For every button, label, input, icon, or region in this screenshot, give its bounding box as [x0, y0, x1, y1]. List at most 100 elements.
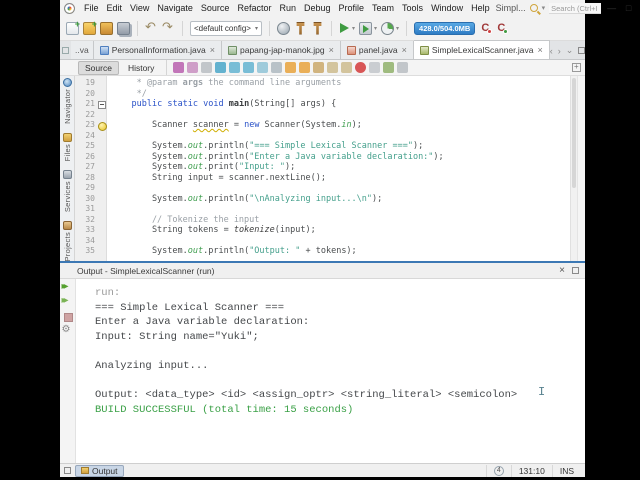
source-view-button[interactable]: Source	[78, 60, 119, 75]
sidebar-tab-projects[interactable]: Projects	[62, 221, 72, 261]
shift-left-icon[interactable]	[327, 62, 339, 73]
next-bookmark-icon[interactable]	[299, 62, 311, 73]
notification-count-icon[interactable]: 4	[493, 465, 504, 476]
search-input[interactable]: Search (Ctrl+I	[549, 2, 602, 14]
menu-profile[interactable]: Profile	[335, 2, 369, 14]
uncomment-icon[interactable]	[397, 62, 409, 73]
sidebar-label: Projects	[62, 232, 72, 261]
editor-corner-icon[interactable]	[572, 62, 581, 72]
maximize-button[interactable]: □	[622, 3, 635, 13]
tab-close-icon[interactable]: ×	[210, 45, 215, 55]
sidebar-tab-services[interactable]: Services	[62, 170, 72, 212]
record-macro-icon[interactable]	[355, 62, 367, 73]
menu-window[interactable]: Window	[427, 2, 467, 14]
stop-macro-icon[interactable]	[369, 62, 381, 73]
tab-list-dropdown-icon[interactable]: ⌄	[566, 45, 574, 56]
tab-PersonalInformation.java[interactable]: PersonalInformation.java ×	[93, 41, 222, 59]
redo-icon[interactable]	[162, 19, 175, 35]
tab-overflow-stub[interactable]: ..va	[71, 41, 94, 59]
find-selection-icon[interactable]	[215, 62, 227, 73]
error-stripe[interactable]	[577, 76, 585, 261]
tab-panel.java[interactable]: panel.java ×	[340, 41, 414, 59]
history-view-button[interactable]: History	[122, 62, 160, 74]
editor-code[interactable]: * @param args the command line arguments…	[107, 76, 570, 261]
menu-team[interactable]: Team	[368, 2, 398, 14]
comment-icon[interactable]	[383, 62, 395, 73]
last-edit-icon[interactable]	[173, 62, 185, 73]
menu-view[interactable]: View	[126, 2, 153, 14]
output-float-icon[interactable]	[572, 267, 579, 274]
menu-refactor[interactable]: Refactor	[233, 2, 275, 14]
new-file-icon[interactable]	[66, 19, 80, 35]
menu-navigate[interactable]: Navigate	[153, 2, 197, 14]
config-dropdown[interactable]: <default config> ▾	[190, 20, 262, 36]
menu-tools[interactable]: Tools	[398, 2, 427, 14]
previous-bookmark-icon[interactable]	[285, 62, 297, 73]
menu-run[interactable]: Run	[275, 2, 300, 14]
tab-SimpleLexicalScanner.java[interactable]: SimpleLexicalScanner.java ×	[413, 40, 550, 59]
ant-settings-icon[interactable]	[62, 324, 74, 336]
menu-source[interactable]: Source	[197, 2, 234, 14]
tab-papang-jap-manok.jpg[interactable]: papang-jap-manok.jpg ×	[222, 41, 341, 59]
save-all-icon[interactable]	[117, 21, 130, 35]
debug-project-dropdown-icon[interactable]: ▾	[374, 25, 377, 32]
profile-project-icon[interactable]	[381, 21, 395, 35]
restore-group-icon[interactable]	[64, 467, 71, 474]
insert-mode[interactable]: INS	[551, 464, 581, 477]
debug-project-icon[interactable]	[359, 21, 373, 35]
clean-build-project-icon[interactable]	[313, 21, 322, 35]
menu-debug[interactable]: Debug	[300, 2, 335, 14]
maximize-editor-icon[interactable]	[578, 47, 586, 54]
profiler-snapshot-icon[interactable]: C	[495, 22, 509, 34]
search-dropdown-icon[interactable]: ▾	[542, 4, 546, 12]
memory-indicator[interactable]: 428.0/504.0MB	[414, 21, 476, 35]
toggle-bookmark-icon[interactable]	[313, 62, 325, 73]
find-previous-icon[interactable]	[243, 62, 255, 73]
menubar: File Edit View Navigate Source Refactor Run Deb…	[60, 0, 631, 16]
menu-edit[interactable]: Edit	[103, 2, 127, 14]
tab-close-icon[interactable]: ×	[329, 45, 334, 55]
notifications-cell[interactable]: 4	[485, 464, 511, 477]
output-header[interactable]: Output - SimpleLexicalScanner (run) ×	[60, 263, 585, 279]
open-project-icon[interactable]	[100, 21, 113, 35]
search-icon[interactable]	[529, 4, 538, 12]
fold-icon[interactable]	[97, 99, 106, 110]
gutter-line: 19	[75, 78, 106, 89]
sidebar-tab-navigator[interactable]: Navigator	[62, 78, 72, 124]
select-in-projects-icon[interactable]	[271, 62, 283, 73]
scroll-tabs-right-icon[interactable]: ›	[558, 46, 561, 56]
back-icon[interactable]	[187, 62, 199, 73]
web-icon[interactable]	[277, 21, 290, 35]
forward-icon[interactable]	[201, 62, 213, 73]
minimize-button[interactable]: —	[605, 3, 618, 13]
run-project-dropdown-icon[interactable]: ▾	[352, 25, 355, 32]
tab-close-icon[interactable]: ×	[402, 45, 407, 55]
new-project-icon[interactable]	[83, 19, 97, 35]
rerun-icon[interactable]	[62, 281, 74, 294]
editor-scrollbar-thumb[interactable]	[572, 78, 576, 188]
output-close-icon[interactable]: ×	[559, 265, 565, 276]
find-next-icon[interactable]	[229, 62, 241, 73]
menu-help[interactable]: Help	[467, 2, 494, 14]
profile-project-dropdown-icon[interactable]: ▾	[396, 25, 399, 32]
build-project-icon[interactable]	[296, 21, 305, 35]
scroll-tabs-left-icon[interactable]: ‹	[550, 46, 553, 56]
editor-gutter[interactable]: 19 20 21 22 23 24 25 26 27 28 29 30 31 32 33 34 35	[75, 76, 107, 261]
image-file-icon	[228, 45, 237, 55]
shift-right-icon[interactable]	[341, 62, 353, 73]
stop-icon[interactable]	[62, 312, 74, 322]
code-editor[interactable]: 19 20 21 22 23 24 25 26 27 28 29 30 31 32 33 34 35 * @pa…	[75, 76, 585, 261]
attach-profiler-icon[interactable]: C	[479, 22, 493, 34]
output-console[interactable]: run: === Simple Lexical Scanner === Enter …	[76, 279, 585, 463]
tab-close-icon[interactable]: ×	[537, 45, 542, 55]
rerun-debug-icon[interactable]	[62, 295, 74, 308]
undo-icon[interactable]	[145, 19, 158, 35]
status-output-tab[interactable]: Output	[75, 464, 124, 477]
menu-file[interactable]: File	[80, 2, 103, 14]
toggle-highlight-icon[interactable]	[257, 62, 269, 73]
sidebar-tab-files[interactable]: Files	[62, 132, 72, 161]
editor-scrollbar[interactable]	[570, 76, 577, 261]
minimized-group-icon[interactable]	[62, 47, 69, 54]
run-project-icon[interactable]	[339, 22, 350, 35]
hint-bulb-icon[interactable]	[97, 120, 107, 131]
